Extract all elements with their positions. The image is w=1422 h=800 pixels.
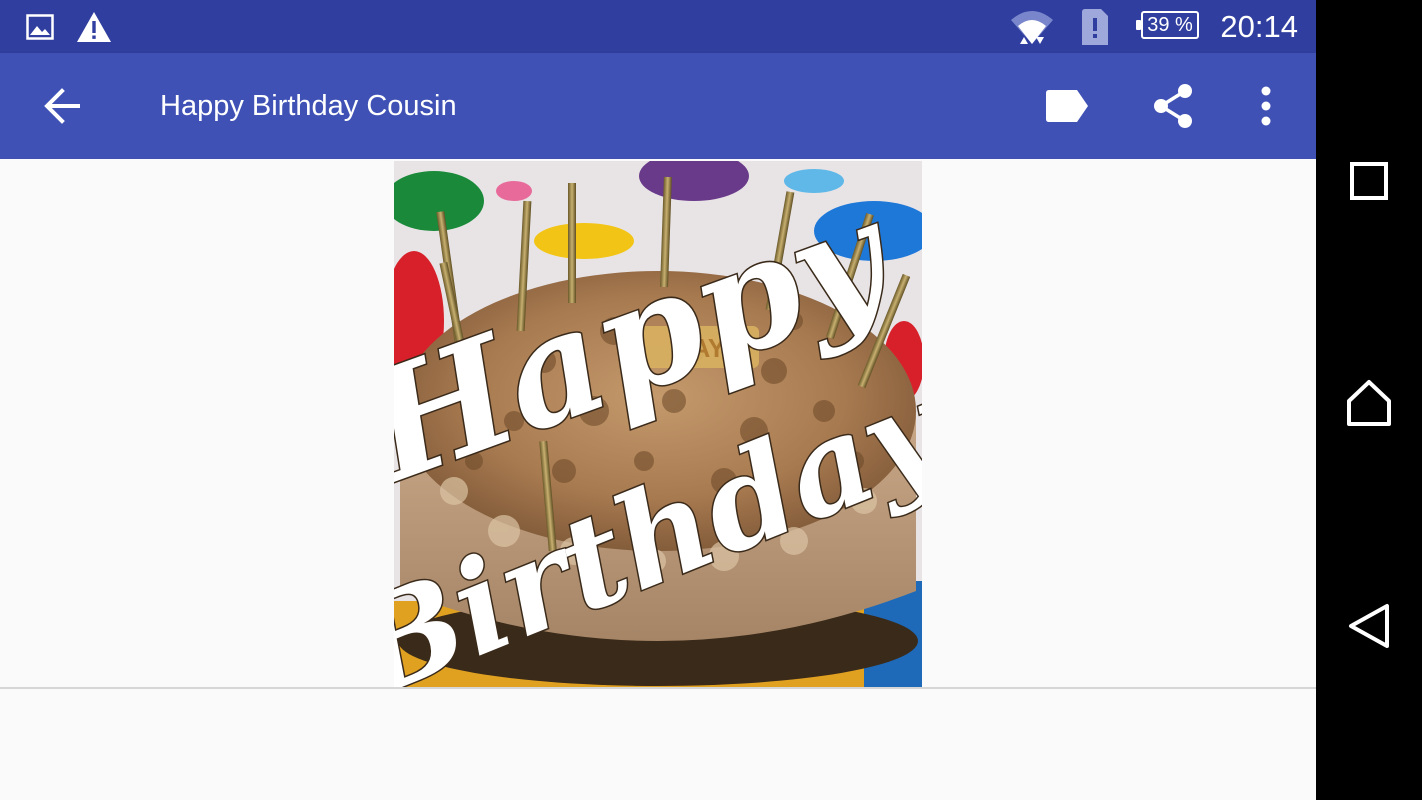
sim-alert-icon	[1078, 0, 1112, 53]
app-screen: 39 % 20:14 Happy Birthday Cousin DAY Hap…	[0, 0, 1316, 800]
content-area: DAY Happy Birthday	[0, 159, 1316, 800]
recents-icon	[1350, 162, 1388, 200]
battery-percent: 39 %	[1147, 14, 1193, 36]
home-button[interactable]	[1316, 353, 1422, 453]
recents-button[interactable]	[1316, 131, 1422, 231]
app-toolbar: Happy Birthday Cousin	[0, 53, 1316, 159]
battery-icon: 39 %	[1136, 11, 1199, 39]
label-tag-icon	[1046, 90, 1088, 122]
back-arrow-icon	[44, 88, 80, 124]
warning-icon	[74, 0, 114, 53]
page-title: Happy Birthday Cousin	[160, 90, 457, 122]
label-button[interactable]	[1027, 53, 1107, 159]
nav-back-button[interactable]	[1316, 576, 1422, 676]
gallery-icon	[24, 0, 56, 53]
content-divider	[0, 687, 1316, 689]
status-bar: 39 % 20:14	[0, 0, 1316, 53]
back-icon	[1349, 604, 1389, 648]
share-button[interactable]	[1133, 53, 1213, 159]
more-options-button[interactable]	[1226, 53, 1306, 159]
greeting-image[interactable]: DAY Happy Birthday	[394, 161, 922, 688]
share-icon	[1154, 84, 1192, 128]
wifi-icon	[1008, 0, 1056, 53]
more-vert-icon	[1261, 86, 1271, 126]
back-button[interactable]	[22, 53, 102, 159]
clock: 20:14	[1220, 9, 1298, 44]
birthday-cake-image: DAY Happy Birthday	[394, 161, 922, 688]
system-nav-bar	[1316, 0, 1422, 800]
home-icon	[1347, 380, 1391, 426]
